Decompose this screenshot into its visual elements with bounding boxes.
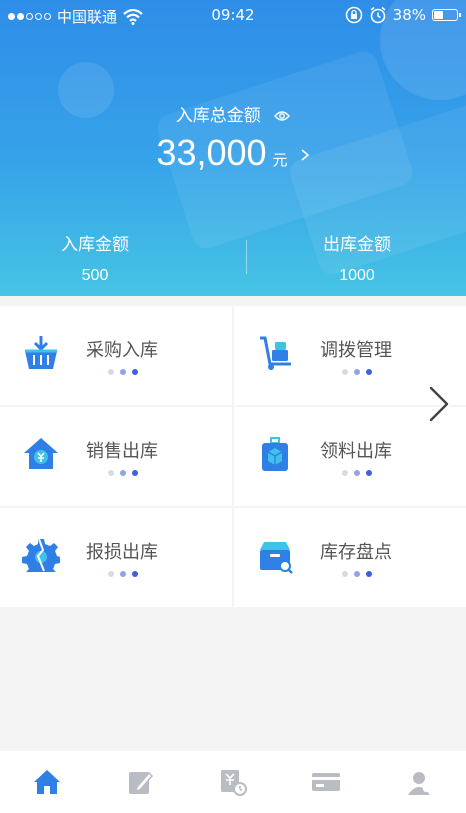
divider: [246, 240, 247, 274]
edit-icon: [128, 771, 153, 794]
menu-item-label: 销售出库: [86, 441, 158, 462]
package-bag-icon: [262, 437, 288, 471]
status-bar: 中国联通 09:42 38%: [0, 0, 466, 30]
menu-item-purchase-inbound[interactable]: 采购入库: [0, 306, 232, 405]
tab-home[interactable]: [27, 762, 67, 802]
inbound-amount-block: 入库金额 500: [10, 230, 180, 285]
hand-truck-icon: [260, 336, 291, 370]
page-dots: [108, 470, 138, 476]
menu-item-label: 报损出库: [86, 542, 158, 563]
rotation-lock-icon: [345, 6, 362, 24]
tab-cards[interactable]: [306, 762, 346, 802]
box-search-icon: [260, 542, 293, 574]
battery-icon: [432, 9, 461, 21]
menu-item-label: 库存盘点: [320, 542, 392, 563]
battery-percent: 38%: [392, 6, 426, 24]
summary-header: 中国联通 09:42 38% 入库总金额 33,000 元 入库金额 500 出…: [0, 0, 466, 296]
total-amount-label: 入库总金额: [0, 101, 466, 126]
menu-item-loss-outbound[interactable]: 报损出库: [0, 508, 232, 607]
menu-item-label: 领料出库: [320, 441, 392, 462]
tab-profile[interactable]: [399, 762, 439, 802]
tab-edit[interactable]: [120, 762, 160, 802]
total-amount-value: 33,000: [156, 132, 267, 173]
house-yuan-icon: [24, 438, 58, 469]
tab-bills[interactable]: [213, 762, 253, 802]
bill-clock-icon: [220, 770, 247, 796]
outbound-amount-block: 出库金额 1000: [272, 230, 442, 285]
total-amount[interactable]: 33,000 元: [0, 132, 466, 174]
eye-icon[interactable]: [274, 110, 291, 122]
menu-item-label: 调拨管理: [320, 340, 392, 361]
page-dots: [342, 369, 372, 375]
alarm-icon: [370, 6, 386, 24]
page-dots: [342, 470, 372, 476]
menu-item-stock-check[interactable]: 库存盘点: [234, 508, 466, 607]
home-icon: [33, 770, 60, 794]
page-dots: [108, 369, 138, 375]
outbound-amount-label: 出库金额: [323, 235, 391, 255]
total-label-text: 入库总金额: [175, 106, 261, 126]
page-dots: [342, 571, 372, 577]
next-page-arrow-icon[interactable]: [424, 384, 454, 424]
page-dots: [108, 571, 138, 577]
chevron-right-icon: [301, 149, 309, 162]
total-amount-unit: 元: [272, 152, 288, 169]
card-icon: [312, 773, 341, 791]
menu-item-label: 采购入库: [86, 340, 158, 361]
profile-icon: [408, 772, 431, 795]
broken-gear-icon: [22, 538, 60, 572]
outbound-amount-value: 1000: [339, 267, 375, 284]
menu-item-sales-outbound[interactable]: 销售出库: [0, 407, 232, 506]
bottom-tab-bar: [0, 751, 466, 813]
basket-download-icon: [25, 336, 57, 369]
inbound-amount-label: 入库金额: [61, 235, 129, 255]
inbound-amount-value: 500: [81, 267, 109, 284]
